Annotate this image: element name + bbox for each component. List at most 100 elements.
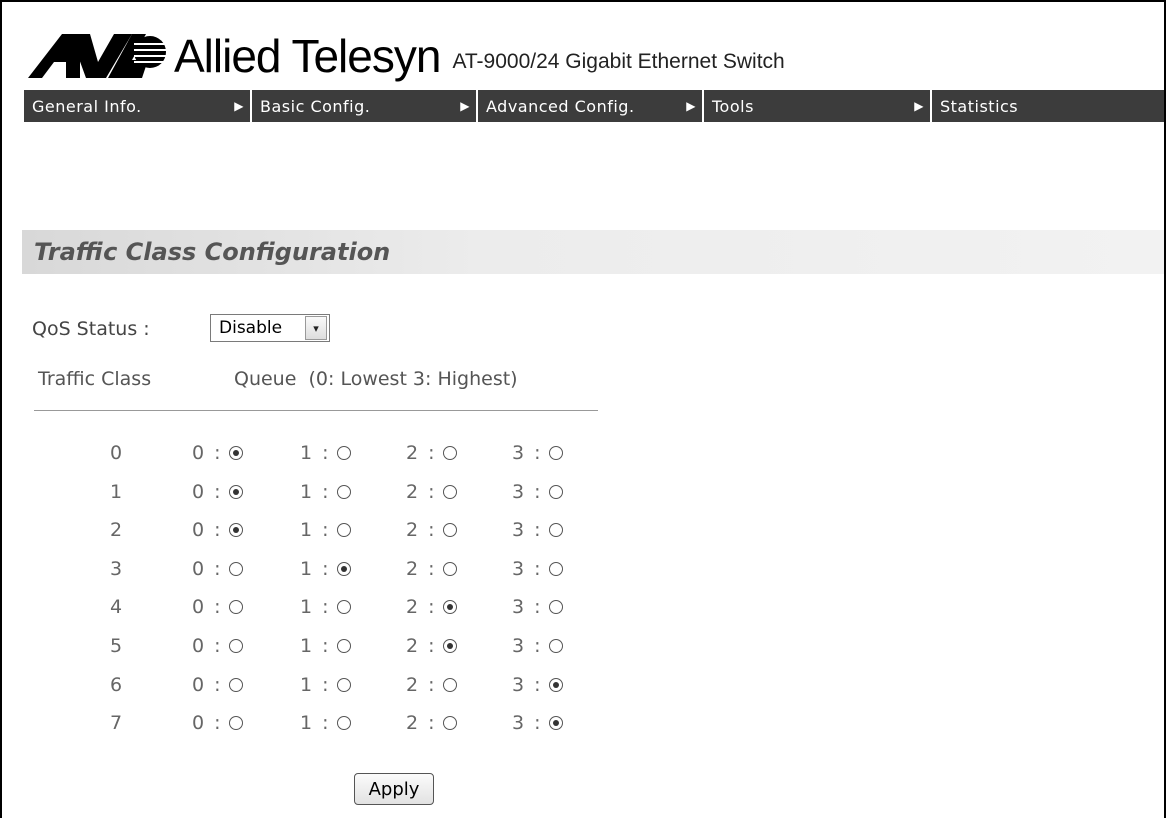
queue-label: 3 : bbox=[512, 635, 543, 657]
queue-label: 0 : bbox=[192, 673, 223, 696]
queue-label: 0 : bbox=[192, 442, 223, 464]
product-name: AT-9000/24 Gigabit Ethernet Switch bbox=[452, 50, 785, 73]
menu-statistics[interactable]: Statistics bbox=[932, 90, 1164, 122]
arrow-right-icon: ▶ bbox=[686, 99, 696, 113]
queue-radio[interactable] bbox=[548, 716, 563, 731]
allied-telesyn-logo-icon bbox=[28, 34, 166, 78]
queue-label: 1 : bbox=[300, 442, 331, 464]
queue-radio[interactable] bbox=[442, 523, 457, 538]
queue-radio[interactable] bbox=[548, 600, 563, 615]
queue-radio[interactable] bbox=[228, 484, 243, 499]
queue-label: 0 : bbox=[192, 519, 223, 542]
queue-radio[interactable] bbox=[228, 677, 243, 692]
traffic-class-header: Traffic Class bbox=[38, 368, 152, 390]
queue-option-1: 1 : bbox=[300, 558, 351, 580]
table-row: 1 0 : 1 : 2 : 3 : bbox=[2, 473, 622, 513]
queue-option-3: 3 : bbox=[512, 712, 563, 734]
queue-radio[interactable] bbox=[548, 561, 563, 576]
queue-radio[interactable] bbox=[336, 639, 351, 653]
arrow-right-icon: ▶ bbox=[914, 99, 924, 113]
queue-option-1: 1 : bbox=[300, 442, 351, 464]
queue-option-1: 1 : bbox=[300, 674, 351, 696]
queue-option-0: 0 : bbox=[192, 442, 243, 464]
menu-tools[interactable]: Tools ▶ bbox=[704, 90, 932, 122]
queue-option-2: 2 : bbox=[406, 596, 457, 618]
queue-radio[interactable] bbox=[336, 677, 351, 692]
queue-header: Queue (0: Lowest 3: Highest) bbox=[234, 368, 518, 390]
menu-general-info[interactable]: General Info. ▶ bbox=[24, 90, 252, 122]
queue-radio[interactable] bbox=[442, 677, 457, 692]
queue-radio[interactable] bbox=[548, 677, 563, 692]
main-menu: General Info. ▶ Basic Config. ▶ Advanced… bbox=[24, 90, 1164, 122]
queue-label: 2 : bbox=[406, 596, 437, 619]
menu-basic-config[interactable]: Basic Config. ▶ bbox=[252, 90, 478, 122]
traffic-class-value: 1 bbox=[109, 480, 123, 503]
queue-radio[interactable] bbox=[442, 446, 457, 460]
queue-option-0: 0 : bbox=[192, 712, 243, 734]
table-row: 0 0 : 1 : 2 : 3 : bbox=[2, 434, 622, 474]
divider bbox=[34, 410, 598, 411]
queue-option-2: 2 : bbox=[406, 442, 457, 464]
menu-label: General Info. bbox=[32, 96, 142, 116]
page-title: Traffic Class Configuration bbox=[34, 238, 391, 266]
apply-button[interactable]: Apply bbox=[354, 773, 434, 805]
queue-label: 1 : bbox=[300, 557, 331, 580]
queue-radio[interactable] bbox=[336, 561, 351, 576]
traffic-class-value: 5 bbox=[109, 635, 123, 657]
queue-radio[interactable] bbox=[228, 446, 243, 460]
qos-status-select[interactable]: Disable ▾ bbox=[210, 314, 330, 342]
arrow-right-icon: ▶ bbox=[460, 99, 470, 113]
queue-option-2: 2 : bbox=[406, 558, 457, 580]
queue-radio[interactable] bbox=[548, 446, 563, 460]
section-header: Traffic Class Configuration bbox=[22, 230, 1164, 274]
queue-radio[interactable] bbox=[336, 523, 351, 538]
queue-radio[interactable] bbox=[442, 600, 457, 615]
traffic-class-value: 0 bbox=[109, 442, 123, 464]
queue-option-2: 2 : bbox=[406, 674, 457, 696]
queue-label: 3 : bbox=[512, 557, 543, 580]
menu-advanced-config[interactable]: Advanced Config. ▶ bbox=[478, 90, 704, 122]
queue-label: 3 : bbox=[512, 673, 543, 696]
queue-option-3: 3 : bbox=[512, 481, 563, 503]
queue-radio[interactable] bbox=[336, 600, 351, 615]
table-row: 3 0 : 1 : 2 : 3 : bbox=[2, 550, 622, 590]
queue-radio[interactable] bbox=[228, 600, 243, 615]
queue-option-1: 1 : bbox=[300, 481, 351, 503]
queue-option-1: 1 : bbox=[300, 712, 351, 734]
queue-label: 1 : bbox=[300, 712, 331, 735]
queue-radio[interactable] bbox=[336, 446, 351, 460]
traffic-class-value: 7 bbox=[109, 712, 123, 735]
queue-label: 2 : bbox=[406, 442, 437, 464]
queue-radio[interactable] bbox=[548, 523, 563, 538]
queue-label: 3 : bbox=[512, 480, 543, 503]
queue-label: 1 : bbox=[300, 596, 331, 619]
chevron-down-icon[interactable]: ▾ bbox=[305, 316, 327, 340]
queue-radio[interactable] bbox=[228, 716, 243, 731]
queue-radio[interactable] bbox=[548, 484, 563, 499]
queue-radio[interactable] bbox=[336, 484, 351, 499]
queue-radio[interactable] bbox=[442, 639, 457, 653]
queue-option-0: 0 : bbox=[192, 558, 243, 580]
queue-radio[interactable] bbox=[228, 523, 243, 538]
table-row: 7 0 : 1 : 2 : 3 : bbox=[2, 704, 622, 744]
queue-radio[interactable] bbox=[442, 561, 457, 576]
queue-label: 1 : bbox=[300, 480, 331, 503]
queue-radio[interactable] bbox=[228, 639, 243, 653]
traffic-class-value: 4 bbox=[109, 596, 123, 619]
queue-radio[interactable] bbox=[228, 561, 243, 576]
queue-radio[interactable] bbox=[442, 716, 457, 731]
queue-label: 3 : bbox=[512, 519, 543, 542]
menu-label: Basic Config. bbox=[260, 96, 371, 116]
queue-radio[interactable] bbox=[336, 716, 351, 731]
queue-label: 3 : bbox=[512, 596, 543, 619]
queue-label: 1 : bbox=[300, 635, 331, 657]
queue-radio[interactable] bbox=[442, 484, 457, 499]
header: Allied Telesyn AT-9000/24 Gigabit Ethern… bbox=[28, 20, 785, 80]
table-row: 4 0 : 1 : 2 : 3 : bbox=[2, 588, 622, 628]
queue-label: 2 : bbox=[406, 673, 437, 696]
qos-status-value: Disable bbox=[219, 318, 283, 338]
table-row: 2 0 : 1 : 2 : 3 : bbox=[2, 511, 622, 551]
queue-option-3: 3 : bbox=[512, 558, 563, 580]
queue-radio[interactable] bbox=[548, 639, 563, 653]
queue-label: 2 : bbox=[406, 712, 437, 735]
